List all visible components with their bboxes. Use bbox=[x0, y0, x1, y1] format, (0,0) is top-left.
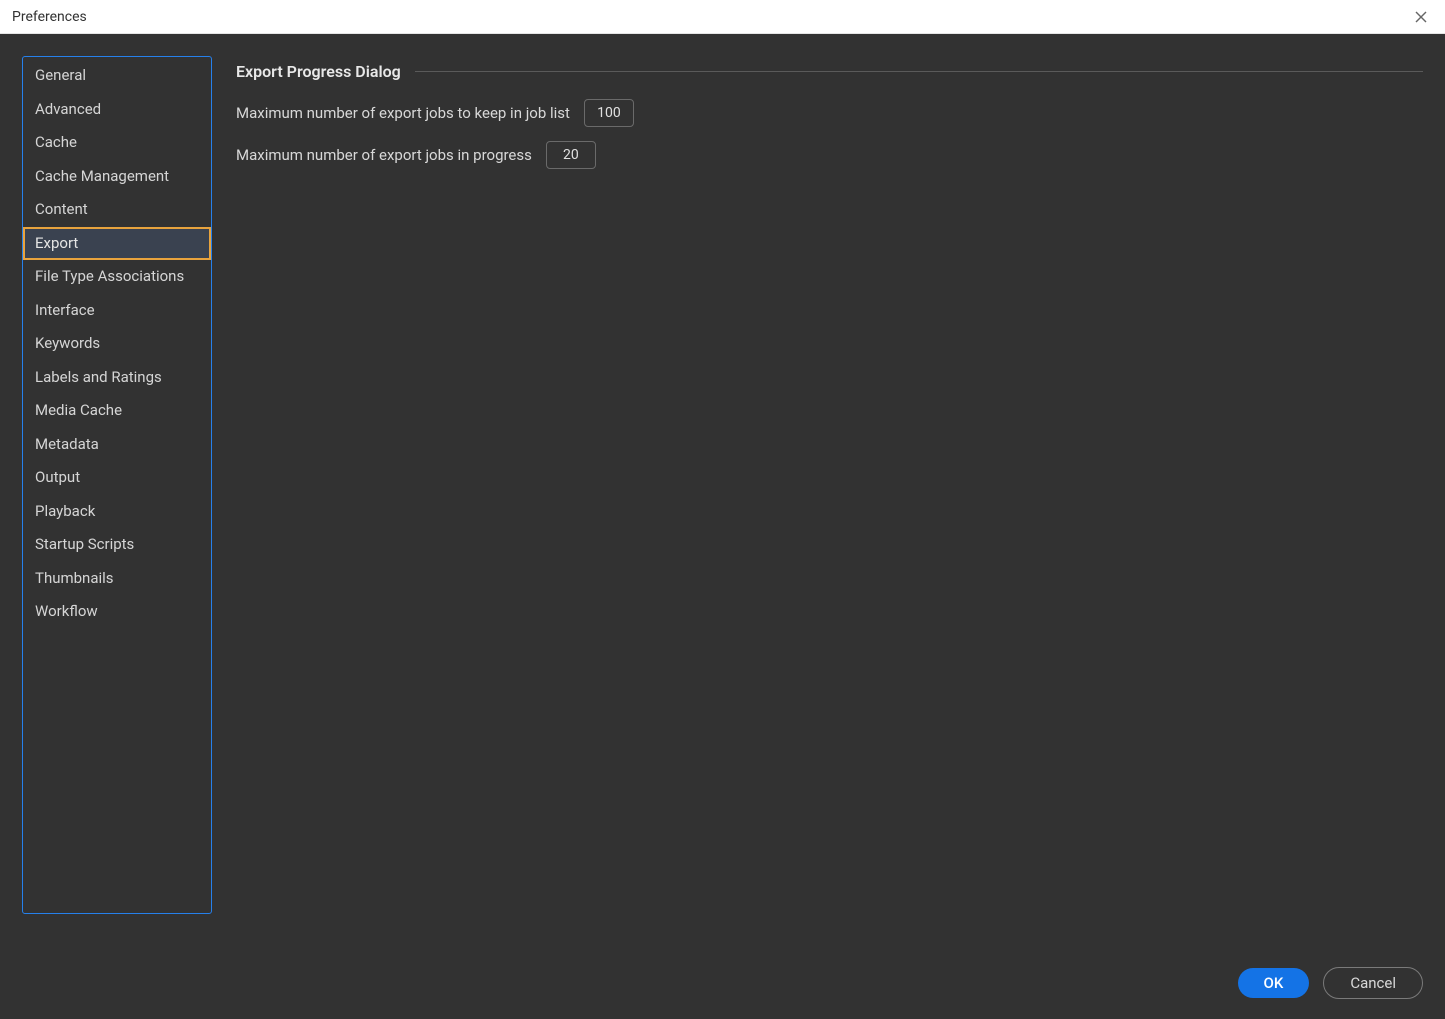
settings-panel: Export Progress Dialog Maximum number of… bbox=[236, 56, 1423, 951]
field-max-jobs-keep: Maximum number of export jobs to keep in… bbox=[236, 99, 1423, 127]
field-label: Maximum number of export jobs in progres… bbox=[236, 146, 532, 164]
sidebar-item-label: Advanced bbox=[35, 100, 101, 118]
sidebar-item-label: Workflow bbox=[35, 602, 98, 620]
sidebar-item-export[interactable]: Export bbox=[23, 227, 211, 261]
main-body: General Advanced Cache Cache Management … bbox=[0, 34, 1445, 951]
sidebar-item-label: Cache bbox=[35, 133, 77, 151]
cancel-button[interactable]: Cancel bbox=[1323, 967, 1423, 999]
sidebar-item-cache[interactable]: Cache bbox=[23, 126, 211, 160]
sidebar-item-label: Metadata bbox=[35, 435, 99, 453]
sidebar-item-content[interactable]: Content bbox=[23, 193, 211, 227]
sidebar-item-advanced[interactable]: Advanced bbox=[23, 93, 211, 127]
sidebar-item-label: Content bbox=[35, 200, 88, 218]
sidebar-item-metadata[interactable]: Metadata bbox=[23, 428, 211, 462]
section-header: Export Progress Dialog bbox=[236, 62, 1423, 81]
sidebar-item-label: Keywords bbox=[35, 334, 100, 352]
sidebar-item-label: File Type Associations bbox=[35, 267, 184, 285]
field-label: Maximum number of export jobs to keep in… bbox=[236, 104, 570, 122]
sidebar-item-file-type-associations[interactable]: File Type Associations bbox=[23, 260, 211, 294]
sidebar-item-labels-and-ratings[interactable]: Labels and Ratings bbox=[23, 361, 211, 395]
sidebar-item-label: Labels and Ratings bbox=[35, 368, 162, 386]
section-title: Export Progress Dialog bbox=[236, 62, 401, 81]
max-jobs-progress-input[interactable] bbox=[546, 141, 596, 169]
sidebar-item-label: Thumbnails bbox=[35, 569, 114, 587]
window-title: Preferences bbox=[12, 9, 87, 25]
section-rule bbox=[415, 71, 1423, 72]
max-jobs-keep-input[interactable] bbox=[584, 99, 634, 127]
sidebar-item-keywords[interactable]: Keywords bbox=[23, 327, 211, 361]
sidebar-item-interface[interactable]: Interface bbox=[23, 294, 211, 328]
sidebar-item-label: Interface bbox=[35, 301, 95, 319]
sidebar-item-startup-scripts[interactable]: Startup Scripts bbox=[23, 528, 211, 562]
sidebar-item-label: Cache Management bbox=[35, 167, 169, 185]
sidebar-item-cache-management[interactable]: Cache Management bbox=[23, 160, 211, 194]
sidebar-item-output[interactable]: Output bbox=[23, 461, 211, 495]
sidebar-item-general[interactable]: General bbox=[23, 59, 211, 93]
sidebar-item-label: General bbox=[35, 66, 86, 84]
field-max-jobs-progress: Maximum number of export jobs in progres… bbox=[236, 141, 1423, 169]
sidebar-item-label: Media Cache bbox=[35, 401, 122, 419]
sidebar-item-thumbnails[interactable]: Thumbnails bbox=[23, 562, 211, 596]
sidebar-item-label: Playback bbox=[35, 502, 95, 520]
close-icon bbox=[1415, 11, 1427, 23]
sidebar: General Advanced Cache Cache Management … bbox=[22, 56, 212, 914]
sidebar-item-workflow[interactable]: Workflow bbox=[23, 595, 211, 629]
sidebar-item-playback[interactable]: Playback bbox=[23, 495, 211, 529]
preferences-window: Preferences General Advanced Cache Cache… bbox=[0, 0, 1445, 1019]
sidebar-item-label: Export bbox=[35, 234, 78, 252]
ok-button[interactable]: OK bbox=[1238, 968, 1310, 998]
dialog-footer: OK Cancel bbox=[0, 951, 1445, 1019]
sidebar-item-label: Startup Scripts bbox=[35, 535, 134, 553]
sidebar-item-label: Output bbox=[35, 468, 80, 486]
content-area: General Advanced Cache Cache Management … bbox=[0, 34, 1445, 1019]
close-button[interactable] bbox=[1409, 5, 1433, 29]
sidebar-item-media-cache[interactable]: Media Cache bbox=[23, 394, 211, 428]
titlebar: Preferences bbox=[0, 0, 1445, 34]
